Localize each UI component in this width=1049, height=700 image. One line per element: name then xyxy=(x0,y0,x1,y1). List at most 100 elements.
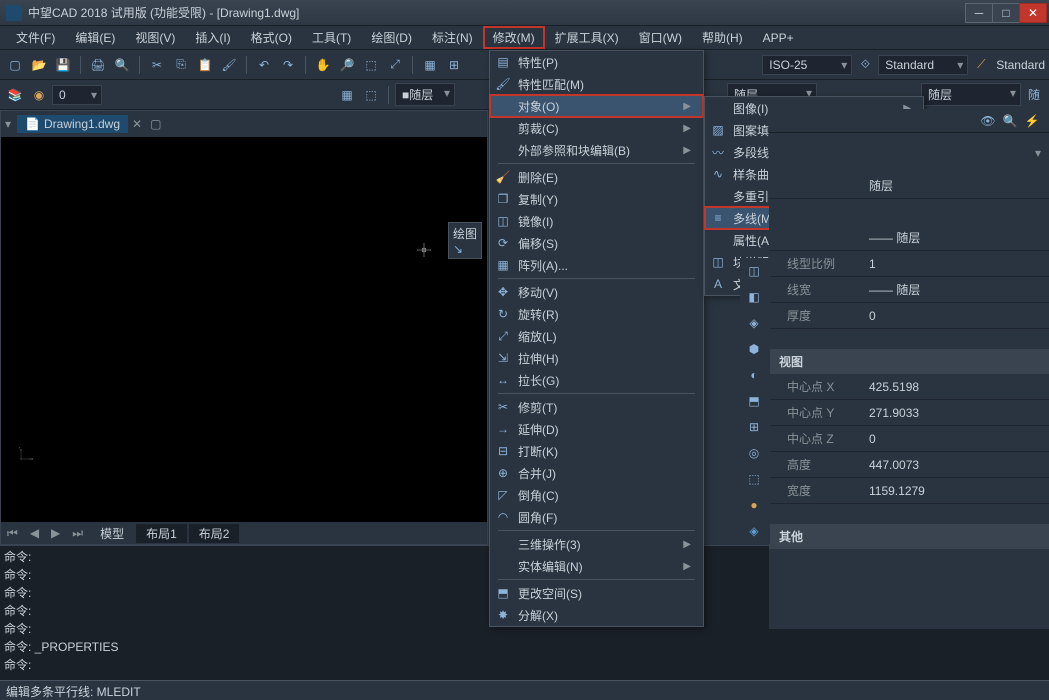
tab-new-icon[interactable]: ▢ xyxy=(146,117,165,131)
section-view[interactable]: 视图 xyxy=(769,349,1049,374)
menu-modify[interactable]: 修改(M) xyxy=(483,26,545,49)
menu-object[interactable]: 对象(O)▶ xyxy=(490,95,703,117)
dimstyle-icon[interactable]: ⟐ xyxy=(854,54,876,76)
layermgr-icon[interactable]: 📚 xyxy=(4,84,26,106)
std-icon[interactable]: ⟋ xyxy=(970,54,992,76)
menu-chspace[interactable]: ⬒更改空间(S) xyxy=(490,582,703,604)
menu-xref[interactable]: 外部参照和块编辑(B)▶ xyxy=(490,139,703,161)
menu-draw[interactable]: 绘图(D) xyxy=(361,26,422,49)
menu-copy[interactable]: ❐复制(Y) xyxy=(490,188,703,210)
new-icon[interactable]: ▢ xyxy=(4,54,26,76)
zoom-icon[interactable]: 🔎 xyxy=(336,54,358,76)
tab-layout2[interactable]: 布局2 xyxy=(189,524,240,543)
prop-thk[interactable]: 0 xyxy=(869,309,1049,323)
panel-btn3-icon[interactable]: ⚡ xyxy=(1021,110,1043,132)
menu-properties[interactable]: ▤特性(P) xyxy=(490,51,703,73)
textstyle-dropdown[interactable]: Standard xyxy=(878,55,968,75)
menu-edit[interactable]: 编辑(E) xyxy=(65,26,125,49)
menu-chamfer[interactable]: ◸倒角(C) xyxy=(490,484,703,506)
lineweight-dropdown[interactable]: 随层 xyxy=(921,83,1021,106)
prop-cy[interactable]: 271.9033 xyxy=(869,406,1049,420)
undo-icon[interactable]: ↶ xyxy=(253,54,275,76)
menu-clip[interactable]: 剪裁(C)▶ xyxy=(490,117,703,139)
menu-window[interactable]: 窗口(W) xyxy=(629,26,692,49)
menu-express[interactable]: 扩展工具(X) xyxy=(545,26,629,49)
menu-offset[interactable]: ⟳偏移(S) xyxy=(490,232,703,254)
menu-help[interactable]: 帮助(H) xyxy=(692,26,753,49)
tab-first-icon[interactable]: ⏮ xyxy=(1,525,24,542)
menu-3dops[interactable]: 三维操作(3)▶ xyxy=(490,533,703,555)
paste-icon[interactable]: 📋 xyxy=(194,54,216,76)
menu-join[interactable]: ⊕合并(J) xyxy=(490,462,703,484)
menu-lengthen[interactable]: ↔拉长(G) xyxy=(490,369,703,391)
panel-btn2-icon[interactable]: 🔍 xyxy=(999,110,1021,132)
prop-linetype[interactable]: —— 随层 xyxy=(869,229,1049,246)
section-misc[interactable]: 其他 xyxy=(769,524,1049,549)
menu-dimension[interactable]: 标注(N) xyxy=(422,26,483,49)
cut-icon[interactable]: ✂ xyxy=(146,54,168,76)
document-tab[interactable]: 📄 Drawing1.dwg xyxy=(17,115,128,133)
prop-cx[interactable]: 425.5198 xyxy=(869,380,1049,394)
grid2-icon[interactable]: ⬚ xyxy=(360,84,382,106)
layerstate-icon[interactable]: ◉ xyxy=(28,84,50,106)
menu-view[interactable]: 视图(V) xyxy=(125,26,185,49)
menu-erase[interactable]: 🧹删除(E) xyxy=(490,166,703,188)
maximize-button[interactable]: □ xyxy=(992,3,1020,23)
menu-format[interactable]: 格式(O) xyxy=(241,26,302,49)
zoomext-icon[interactable]: ⤢ xyxy=(384,54,406,76)
vtool2-icon[interactable]: ◧ xyxy=(740,284,768,310)
print-icon[interactable]: 🖨 xyxy=(87,54,109,76)
vtool1-icon[interactable]: ◫ xyxy=(740,258,768,284)
menu-matchprop[interactable]: 🖌特性匹配(M) xyxy=(490,73,703,95)
menu-explode[interactable]: ✸分解(X) xyxy=(490,604,703,626)
open-icon[interactable]: 📂 xyxy=(28,54,50,76)
menu-tools[interactable]: 工具(T) xyxy=(302,26,361,49)
vtool3-icon[interactable]: ◈ xyxy=(740,310,768,336)
menu-array[interactable]: ▦阵列(A)... xyxy=(490,254,703,276)
menu-rotate[interactable]: ↻旋转(R) xyxy=(490,303,703,325)
pan-icon[interactable]: ✋ xyxy=(312,54,334,76)
panel-dropdown-icon[interactable]: ▾ xyxy=(1035,146,1041,160)
draw-arrow-icon[interactable]: ↘ xyxy=(453,242,463,256)
table-icon[interactable]: ⊞ xyxy=(443,54,465,76)
menu-trim[interactable]: ✂修剪(T) xyxy=(490,396,703,418)
dimstyle-dropdown[interactable]: ISO-25 xyxy=(762,55,852,75)
menu-mirror[interactable]: ◫镜像(I) xyxy=(490,210,703,232)
cmd-input[interactable]: 命令: xyxy=(4,656,1045,674)
prop-lw[interactable]: —— 随层 xyxy=(869,281,1049,298)
tab-close-icon[interactable]: ✕ xyxy=(128,117,146,131)
zoomwin-icon[interactable]: ⬚ xyxy=(360,54,382,76)
menu-move[interactable]: ✥移动(V) xyxy=(490,281,703,303)
drawing-canvas[interactable]: ▾ 📄 Drawing1.dwg ✕ ▢ X Y ⏮ ◀ xyxy=(0,110,488,545)
prop-layer[interactable]: 随层 xyxy=(869,177,1049,194)
menu-file[interactable]: 文件(F) xyxy=(6,26,65,49)
copy-icon[interactable]: ⎘ xyxy=(170,54,192,76)
menu-fillet[interactable]: ◠圆角(F) xyxy=(490,506,703,528)
tab-prev-icon[interactable]: ◀ xyxy=(24,525,45,541)
vtool10-icon[interactable]: ● xyxy=(740,492,768,518)
vtool7-icon[interactable]: ⊞ xyxy=(740,414,768,440)
grid-icon[interactable]: ▦ xyxy=(419,54,441,76)
layer-dropdown[interactable]: 0 xyxy=(52,85,102,105)
color-dropdown[interactable]: ■随层 xyxy=(395,83,455,106)
preview-icon[interactable]: 🔍 xyxy=(111,54,133,76)
prop-h[interactable]: 447.0073 xyxy=(869,458,1049,472)
menu-scale[interactable]: ⤢缩放(L) xyxy=(490,325,703,347)
menu-break[interactable]: ⊟打断(K) xyxy=(490,440,703,462)
save-icon[interactable]: 💾 xyxy=(52,54,74,76)
vtool6-icon[interactable]: ⬒ xyxy=(740,388,768,414)
panel-btn1-icon[interactable]: 👁 xyxy=(977,110,999,132)
tab-last-icon[interactable]: ⏭ xyxy=(66,525,89,542)
tab-arrow-icon[interactable]: ▾ xyxy=(5,117,11,131)
vtool11-icon[interactable]: ◈ xyxy=(740,518,768,544)
vtool8-icon[interactable]: ◎ xyxy=(740,440,768,466)
prop-w[interactable]: 1159.1279 xyxy=(869,484,1049,498)
tab-next-icon[interactable]: ▶ xyxy=(45,525,66,541)
redo-icon[interactable]: ↷ xyxy=(277,54,299,76)
match-icon[interactable]: 🖌 xyxy=(218,54,240,76)
menu-solidedit[interactable]: 实体编辑(N)▶ xyxy=(490,555,703,577)
vtool9-icon[interactable]: ⬚ xyxy=(740,466,768,492)
close-button[interactable]: ✕ xyxy=(1019,3,1047,23)
menu-extend[interactable]: →延伸(D) xyxy=(490,418,703,440)
menu-app[interactable]: APP+ xyxy=(753,28,804,48)
